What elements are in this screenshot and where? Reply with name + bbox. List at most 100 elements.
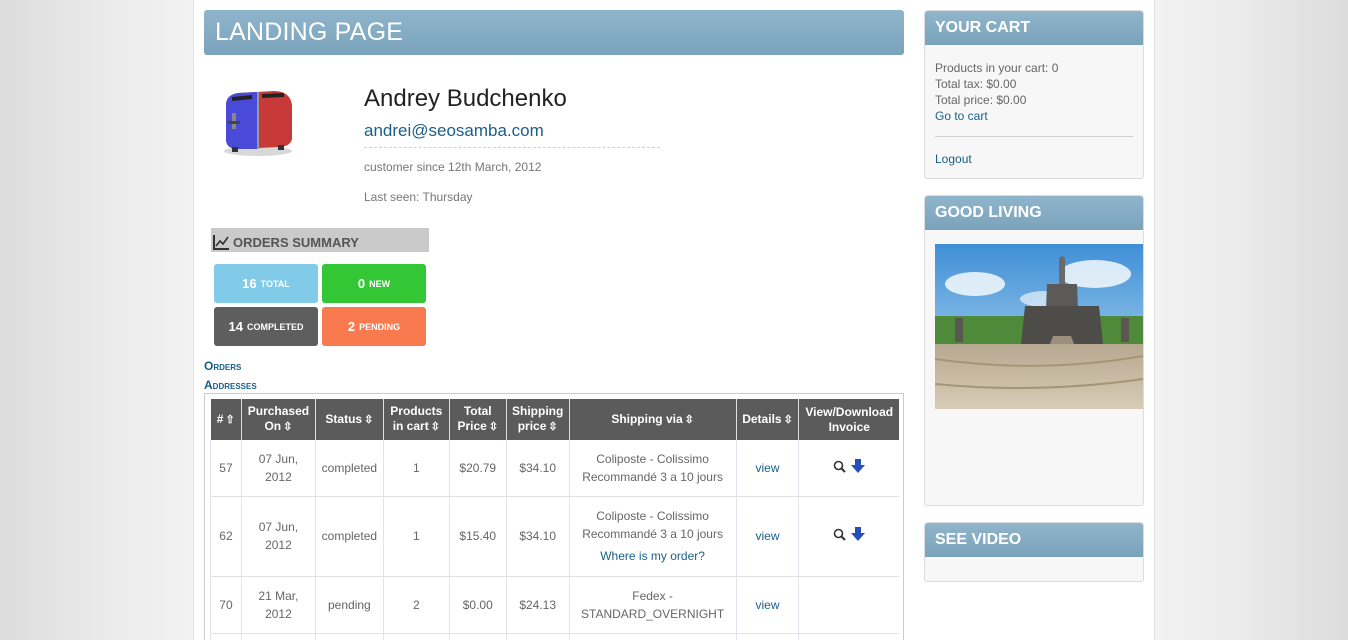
customer-since: customer since 12th March, 2012 (364, 160, 542, 174)
col-purchased-on[interactable]: Purchased On ⇳ (241, 399, 316, 440)
new-label: new (369, 278, 391, 289)
order-status: completed (315, 440, 384, 497)
shipping-method: Coliposte - Colissimo Recommandé 3 a 10 … (582, 451, 723, 484)
order-details: view (736, 496, 800, 577)
sidebar: YOUR CART Products in your cart: 0 Total… (924, 10, 1144, 598)
cart-widget: YOUR CART Products in your cart: 0 Total… (924, 10, 1144, 179)
col-status[interactable]: Status ⇳ (315, 399, 384, 440)
order-shipping: $34.10 (506, 496, 570, 577)
view-link[interactable]: view (756, 598, 780, 612)
cart-title: YOUR CART (925, 11, 1143, 45)
table-row: 70 21 Mar, 2012 pending 2 $0.00 $24.13 F… (210, 576, 899, 634)
toaster-image (224, 91, 292, 156)
pending-count: 2 (347, 319, 356, 334)
sort-icon: ⇳ (684, 413, 694, 426)
orders-table: # ⇧ Purchased On ⇳ Status ⇳ Products in car… (210, 399, 899, 640)
sort-icon: ⇳ (548, 421, 558, 433)
view-link[interactable]: view (756, 529, 780, 543)
table-row: 62 07 Jun, 2012 completed 1 $15.40 $34.1… (210, 496, 899, 577)
total-orders-tile[interactable]: 16 total (214, 264, 318, 303)
see-video-title: SEE VIDEO (925, 523, 1143, 557)
sort-asc-icon: ⇧ (225, 413, 235, 426)
divider (935, 136, 1133, 137)
good-living-widget: GOOD LIVING (924, 195, 1144, 506)
main-content: LANDING PAGE Andrey Budchenko andrei@seo… (204, 10, 904, 640)
col-total-price[interactable]: Total Price ⇳ (449, 399, 507, 440)
col-shipping-price[interactable]: Shipping price ⇳ (506, 399, 570, 440)
completed-count: 14 (228, 319, 243, 334)
col-shipping-via[interactable]: Shipping via ⇳ (569, 399, 737, 440)
orders-link[interactable]: Orders (204, 357, 257, 376)
chart-icon (213, 234, 229, 250)
order-shipping: $24.13 (506, 576, 570, 634)
page-container: LANDING PAGE Andrey Budchenko andrei@seo… (193, 0, 1155, 640)
magnifier-icon[interactable] (833, 460, 846, 473)
order-products: 1 (383, 496, 450, 577)
order-total: $20.79 (449, 440, 507, 497)
customer-email[interactable]: andrei@seosamba.com (364, 121, 660, 148)
sort-icon: ⇳ (430, 421, 440, 433)
cart-tax: Total tax: $0.00 (935, 77, 1017, 91)
order-shipping: $34.10 (506, 440, 570, 497)
customer-name: Andrey Budchenko (364, 85, 567, 112)
orders-table-container: # ⇧ Purchased On ⇳ Status ⇳ Products in car… (204, 393, 904, 640)
last-seen: Last seen: Thursday (364, 190, 473, 204)
total-count: 16 (242, 276, 257, 291)
order-details: view (736, 576, 800, 634)
order-shipping-via: Fedex - STANDARD_OVERNIGHT (569, 576, 737, 634)
order-status: pending (315, 576, 384, 634)
order-id: 57 (210, 440, 242, 497)
order-id: 62 (210, 496, 242, 577)
track-order-link[interactable]: Where is my order? (600, 549, 705, 563)
download-arrow-icon[interactable] (850, 458, 866, 474)
download-arrow-icon[interactable] (850, 526, 866, 542)
completed-orders-tile[interactable]: 14 completed (214, 307, 318, 346)
page-title: LANDING PAGE (204, 10, 904, 55)
order-invoice (798, 440, 899, 497)
col-products[interactable]: Products in cart ⇳ (383, 399, 450, 440)
pending-orders-tile[interactable]: 2 pending (322, 307, 426, 346)
order-details: view (736, 440, 800, 497)
orders-summary-header: ORDERS SUMMARY (211, 228, 429, 252)
sort-icon: ⇳ (783, 413, 793, 426)
order-date: 07 Jun, 2012 (241, 440, 316, 497)
order-date: 21 Mar, 2012 (241, 576, 316, 634)
orders-summary: ORDERS SUMMARY 16 total 0 new 14 complet… (211, 228, 429, 346)
order-total: $15.40 (449, 496, 507, 577)
view-link[interactable]: view (756, 461, 780, 475)
order-products: 1 (383, 440, 450, 497)
orders-summary-title: ORDERS SUMMARY (233, 234, 359, 250)
order-invoice (798, 576, 899, 634)
order-id: 70 (210, 576, 242, 634)
account-links: Orders Addresses (204, 357, 257, 395)
order-date: 07 Jun, 2012 (241, 496, 316, 577)
order-products: 2 (383, 576, 450, 634)
table-row: 57 07 Jun, 2012 completed 1 $20.79 $34.1… (210, 440, 899, 497)
order-shipping-via: Coliposte - Colissimo Recommandé 3 a 10 … (569, 496, 737, 577)
new-orders-tile[interactable]: 0 new (322, 264, 426, 303)
order-status: completed (315, 496, 384, 577)
table-row (210, 633, 899, 640)
go-to-cart-link[interactable]: Go to cart (935, 109, 988, 123)
see-video-widget: SEE VIDEO (924, 522, 1144, 582)
magnifier-icon[interactable] (833, 528, 846, 541)
sort-icon: ⇳ (488, 421, 499, 433)
order-shipping-via: Coliposte - Colissimo Recommandé 3 a 10 … (569, 440, 737, 497)
temple-photo (935, 244, 1143, 409)
total-label: total (260, 278, 290, 289)
logout-link[interactable]: Logout (935, 152, 972, 166)
completed-label: completed (246, 321, 304, 332)
good-living-title: GOOD LIVING (925, 196, 1143, 230)
col-details[interactable]: Details ⇳ (736, 399, 800, 440)
col-id[interactable]: # ⇧ (210, 399, 242, 440)
col-invoice: View/Download Invoice (798, 399, 899, 440)
pending-label: pending (359, 321, 401, 332)
sort-icon: ⇳ (283, 421, 293, 433)
order-total: $0.00 (449, 576, 507, 634)
cart-price: Total price: $0.00 (935, 93, 1027, 107)
cart-products: Products in your cart: 0 (935, 61, 1059, 75)
customer-profile: Andrey Budchenko andrei@seosamba.com cus… (204, 55, 904, 215)
new-count: 0 (357, 276, 366, 291)
shipping-method: Coliposte - Colissimo Recommandé 3 a 10 … (582, 509, 723, 541)
table-header-row: # ⇧ Purchased On ⇳ Status ⇳ Products in car… (210, 399, 899, 440)
